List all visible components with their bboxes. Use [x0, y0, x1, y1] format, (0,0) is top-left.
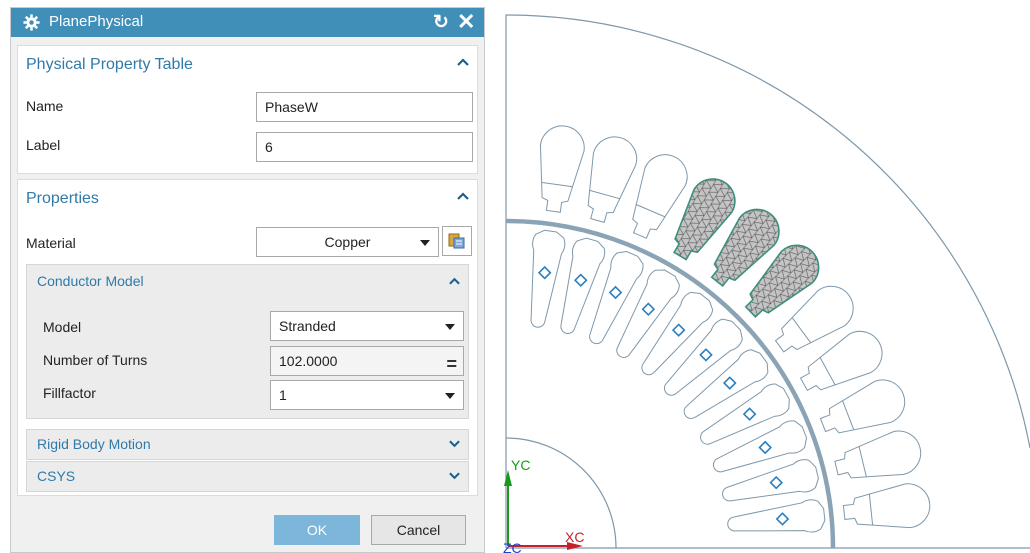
plane-physical-dialog: PlanePhysical ↻ ✕ Physical Property Tabl… — [10, 7, 485, 553]
inner-slot — [641, 291, 714, 376]
section-title-physical-property-table: Physical Property Table — [26, 56, 193, 73]
csys-subsection[interactable]: CSYS — [26, 461, 469, 492]
chevron-up-icon[interactable] — [457, 58, 469, 66]
fillfactor-label: Fillfactor — [43, 385, 96, 401]
inner-slot — [616, 269, 680, 358]
section-title-properties: Properties — [26, 190, 99, 207]
chevron-up-icon[interactable] — [449, 277, 460, 285]
inner-slot — [712, 420, 808, 473]
subsection-title-rigid-body-motion: Rigid Body Motion — [37, 436, 151, 452]
name-field[interactable]: PhaseW — [256, 92, 473, 122]
name-label: Name — [26, 98, 64, 114]
subsection-title-csys: CSYS — [37, 468, 76, 484]
slot — [722, 430, 922, 502]
material-value: Copper — [324, 234, 371, 250]
diamond-marker — [722, 376, 737, 390]
model-select[interactable]: Stranded — [270, 311, 464, 341]
axis-label-x: XC — [565, 529, 584, 545]
axis-triad: YC XC ZC — [503, 457, 584, 553]
number-of-turns-label: Number of Turns — [43, 352, 148, 368]
fillfactor-select[interactable]: 1 — [270, 380, 464, 410]
model-value: Stranded — [279, 318, 336, 334]
slot — [700, 330, 883, 445]
diamond-marker — [641, 302, 656, 316]
chevron-down-icon[interactable] — [449, 472, 460, 480]
properties-section: Properties Material Copper Conductor Mod… — [17, 179, 478, 496]
label-field[interactable]: 6 — [256, 132, 473, 162]
fillfactor-value: 1 — [279, 387, 287, 403]
rigid-body-motion-subsection[interactable]: Rigid Body Motion — [26, 429, 469, 460]
slot-group — [530, 125, 931, 533]
inner-slot — [560, 237, 606, 334]
slot — [712, 379, 906, 473]
material-select[interactable]: Copper — [256, 227, 439, 257]
outer-slot — [834, 430, 922, 479]
diamond-marker — [742, 407, 757, 421]
inner-slot — [683, 349, 769, 420]
dialog-title: PlanePhysical — [49, 13, 144, 30]
outer-slot — [842, 483, 931, 529]
dialog-titlebar: PlanePhysical ↻ ✕ — [11, 8, 484, 37]
inner-slot — [700, 383, 790, 445]
outer-slot — [539, 125, 585, 213]
inner-slot — [664, 318, 743, 396]
material-library-icon — [448, 233, 465, 249]
diamond-marker — [608, 285, 623, 300]
dropdown-arrow-icon — [420, 240, 430, 246]
outer-slot — [587, 136, 638, 224]
diamond-marker — [769, 475, 783, 490]
subsection-title-conductor-model: Conductor Model — [37, 273, 144, 289]
diamond-marker — [758, 440, 772, 455]
diamond-marker — [537, 265, 552, 280]
axis-label-z: ZC — [503, 540, 522, 553]
reset-icon[interactable]: ↻ — [433, 11, 449, 34]
physical-property-table-section: Physical Property Table Name PhaseW Labe… — [17, 45, 478, 174]
material-label: Material — [26, 235, 76, 251]
expression-icon[interactable]: = — [446, 350, 457, 378]
diamond-marker — [775, 512, 790, 526]
number-of-turns-value: 102.0000 — [279, 353, 338, 369]
outer-slot — [819, 379, 906, 434]
stator-geometry[interactable]: YC XC ZC — [495, 0, 1030, 553]
chevron-up-icon[interactable] — [457, 192, 469, 200]
diamond-marker — [671, 323, 686, 337]
graphics-viewport[interactable]: YC XC ZC — [495, 0, 1030, 553]
ok-button[interactable]: OK — [274, 515, 360, 545]
outer-slot — [799, 330, 883, 392]
diamond-marker — [699, 348, 713, 362]
diamond-marker — [573, 273, 588, 288]
close-icon[interactable]: ✕ — [457, 9, 475, 35]
dropdown-arrow-icon — [445, 393, 455, 399]
model-label: Model — [43, 319, 82, 335]
inner-slot — [530, 229, 566, 328]
gear-icon — [23, 14, 40, 31]
slot — [560, 136, 638, 334]
inner-bore-arc — [505, 437, 617, 549]
number-of-turns-field[interactable]: 102.0000 = — [270, 346, 464, 376]
cancel-button[interactable]: Cancel — [371, 515, 466, 545]
chevron-down-icon[interactable] — [449, 440, 460, 448]
dropdown-arrow-icon — [445, 324, 455, 330]
inner-slot — [722, 459, 819, 502]
label-label: Label — [26, 137, 61, 153]
conductor-model-subsection: Conductor Model Model Stranded Number of… — [26, 264, 469, 419]
inner-slot — [727, 499, 826, 533]
axis-label-y: YC — [511, 457, 530, 473]
material-library-button[interactable] — [442, 226, 472, 256]
inner-slot — [589, 250, 644, 345]
